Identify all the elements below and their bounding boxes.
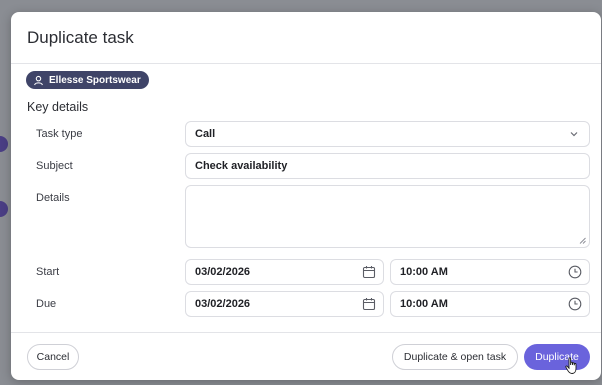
start-time-value: 10:00 AM — [400, 266, 448, 278]
task-type-value: Call — [195, 128, 216, 140]
duplicate-open-task-button[interactable]: Duplicate & open task — [392, 344, 518, 370]
due-date-input[interactable]: 03/02/2026 — [185, 291, 384, 317]
clock-icon[interactable] — [568, 297, 582, 311]
section-title: Key details — [27, 100, 89, 114]
details-label: Details — [36, 192, 70, 204]
start-date-value: 03/02/2026 — [195, 266, 251, 278]
start-time-input[interactable]: 10:00 AM — [390, 259, 590, 285]
chevron-down-icon — [570, 132, 578, 137]
resize-handle-icon[interactable] — [579, 237, 586, 244]
task-type-select[interactable]: Call — [185, 121, 590, 147]
cancel-button[interactable]: Cancel — [27, 344, 79, 370]
subject-input[interactable]: Check availability — [185, 153, 590, 179]
account-badge-label: Ellesse Sportswear — [49, 74, 141, 86]
dialog-header: Duplicate task — [11, 12, 601, 64]
subject-label: Subject — [36, 160, 73, 172]
calendar-icon[interactable] — [362, 265, 376, 279]
clock-icon[interactable] — [568, 265, 582, 279]
due-time-input[interactable]: 10:00 AM — [390, 291, 590, 317]
duplicate-task-dialog: Duplicate task Ellesse Sportswear Key de… — [11, 12, 601, 380]
backdrop-marker — [0, 201, 8, 217]
duplicate-button[interactable]: Duplicate — [524, 344, 590, 370]
dialog-title: Duplicate task — [27, 27, 134, 47]
due-date-value: 03/02/2026 — [195, 298, 251, 310]
task-type-label: Task type — [36, 128, 83, 140]
start-label: Start — [36, 266, 60, 278]
details-textarea[interactable] — [185, 185, 590, 248]
user-icon — [34, 75, 43, 85]
due-time-value: 10:00 AM — [400, 298, 448, 310]
due-label: Due — [36, 298, 57, 310]
dialog-footer: Cancel Duplicate & open task Duplicate — [11, 332, 601, 380]
hand-cursor-icon — [565, 357, 577, 374]
account-badge[interactable]: Ellesse Sportswear — [26, 71, 149, 89]
backdrop-marker — [0, 136, 8, 152]
start-date-input[interactable]: 03/02/2026 — [185, 259, 384, 285]
subject-value: Check availability — [195, 160, 288, 172]
calendar-icon[interactable] — [362, 297, 376, 311]
